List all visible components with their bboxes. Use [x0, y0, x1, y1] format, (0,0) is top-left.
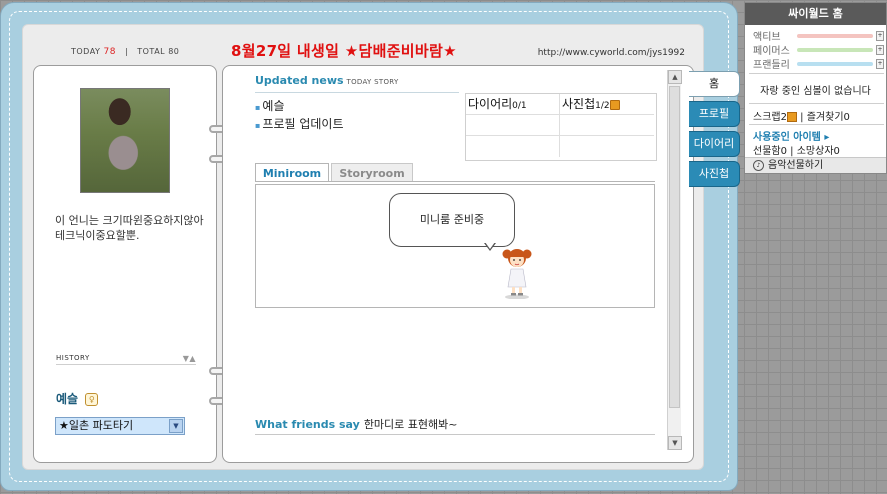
- diary-label: 다이어리: [468, 97, 513, 111]
- cyworld-home-panel: 싸이월드 홈 액티브 + 페이머스 + 프랜들리 + 자랑 중인 심볼이 없습니…: [744, 2, 887, 174]
- count-cell-empty: [466, 136, 560, 157]
- book: TODAY 78 | TOTAL 80 8월27일 내생일 ★담배준비바람★ h…: [22, 24, 704, 470]
- gift-box-link[interactable]: 선물함0: [753, 146, 787, 157]
- scrap-row: 스크랩2 | 즐겨찾기0: [753, 108, 850, 123]
- count-cell-empty: [560, 136, 654, 157]
- today-label: TODAY: [71, 47, 101, 56]
- tab-miniroom[interactable]: Miniroom: [255, 163, 329, 182]
- chevron-down-icon[interactable]: ▼: [169, 419, 183, 433]
- divider: [749, 124, 884, 125]
- updated-news-title: Updated news TODAY STORY: [255, 74, 399, 87]
- news-item-text: 예슬: [262, 99, 285, 113]
- friends-say-title: What friends say 한마디로 표현해봐~: [255, 416, 458, 432]
- stat-plus-icon[interactable]: +: [876, 59, 884, 69]
- ilchon-surf-value: ★일촌 파도타기: [59, 419, 134, 432]
- divider: [255, 92, 459, 93]
- new-badge-icon: [609, 99, 620, 110]
- scrollbar[interactable]: ▲ ▼: [667, 70, 682, 450]
- favorites-link[interactable]: 즐겨찾기0: [807, 112, 850, 123]
- history-section[interactable]: HISTORY ▼▲: [56, 354, 196, 365]
- scroll-down-icon[interactable]: ▼: [668, 436, 682, 450]
- tab-profile[interactable]: 프로필: [689, 101, 740, 127]
- page-title: 8월27일 내생일 ★담배준비바람★: [231, 42, 457, 60]
- news-item-text: 프로필 업데이트: [262, 117, 344, 131]
- today-count: 78: [103, 47, 116, 57]
- stat-plus-icon[interactable]: +: [876, 31, 884, 41]
- news-item[interactable]: ▪ 예슬: [255, 97, 285, 114]
- stat-famous-label: 페이머스: [753, 46, 790, 57]
- right-page: Updated news TODAY STORY ▪ 예슬 ▪ 프로필 업데이트 다이…: [222, 65, 694, 463]
- gender-icon: ♀: [85, 393, 99, 406]
- scrap-link[interactable]: 스크랩2: [753, 112, 787, 123]
- diary-count: 0/1: [512, 101, 527, 111]
- today-story-label: TODAY STORY: [346, 78, 399, 86]
- scroll-up-icon[interactable]: ▲: [668, 70, 682, 84]
- bullet-icon: ▪: [255, 103, 261, 112]
- minime-avatar-icon: [502, 249, 532, 299]
- items-in-use-link[interactable]: 사용중인 아이템 ▸: [753, 128, 829, 143]
- counter-divider: |: [125, 47, 129, 56]
- stat-friendly-label: 프랜들리: [753, 60, 790, 71]
- wish-box-link[interactable]: 소망상자0: [797, 146, 840, 157]
- scroll-thumb[interactable]: [669, 86, 680, 408]
- new-badge-icon: [786, 112, 797, 122]
- stat-famous-bar: [797, 48, 873, 52]
- divider: [255, 181, 655, 182]
- photo-count: 1/2: [595, 101, 610, 111]
- stat-friendly-bar: [797, 62, 873, 66]
- ilchon-surf-select[interactable]: ★일촌 파도타기 ▼: [55, 417, 185, 435]
- visitor-counter: TODAY 78 | TOTAL 80: [71, 47, 179, 57]
- history-label: HISTORY: [56, 354, 90, 362]
- total-count: 80: [168, 47, 180, 56]
- top-bar: TODAY 78 | TOTAL 80 8월27일 내생일 ★담배준비바람★ h…: [23, 25, 703, 63]
- panel-title[interactable]: 싸이월드 홈: [745, 3, 886, 25]
- speech-bubble-tail-inner: [485, 242, 495, 249]
- symbol-status: 자랑 중인 심볼이 없습니다: [760, 86, 871, 97]
- stat-active-bar: [797, 34, 873, 38]
- tab-photos[interactable]: 사진첩: [689, 161, 740, 187]
- tab-diary[interactable]: 다이어리: [689, 131, 740, 157]
- history-toggle-icon[interactable]: ▼▲: [183, 354, 196, 363]
- music-gift-label: 음악선물하기: [768, 160, 824, 171]
- music-gift-button[interactable]: ♪ 음악선물하기: [745, 157, 886, 173]
- homepage-url[interactable]: http://www.cyworld.com/jys1992: [538, 48, 685, 58]
- count-cell-empty: [466, 115, 560, 136]
- divider: [255, 434, 655, 435]
- updated-news-label: Updated news: [255, 74, 344, 87]
- stat-plus-icon[interactable]: +: [876, 45, 884, 55]
- photo-label: 사진첩: [562, 97, 596, 111]
- stat-active-label: 액티브: [753, 32, 781, 43]
- profile-intro: 이 언니는 크기따윈중요하지않아 테크닉이중요할뿐.: [55, 214, 204, 242]
- news-item[interactable]: ▪ 프로필 업데이트: [255, 115, 344, 132]
- gift-row: 선물함0 | 소망상자0: [753, 142, 840, 157]
- profile-photo: [80, 88, 170, 193]
- profile-name: 예슬: [56, 392, 79, 406]
- divider: [749, 73, 884, 74]
- profile-name-row: 예슬 ♀: [56, 390, 99, 407]
- tab-storyroom[interactable]: Storyroom: [331, 163, 413, 182]
- content-counts-table: 다이어리0/1 사진첩1/2: [465, 93, 657, 161]
- friends-say-label: What friends say: [255, 418, 360, 431]
- speech-bubble: 미니룸 준비중: [389, 193, 515, 247]
- friends-say-subtitle: 한마디로 표현해봐~: [363, 418, 458, 431]
- music-note-icon: ♪: [753, 159, 764, 171]
- bullet-icon: ▪: [255, 121, 261, 130]
- count-cell-empty: [560, 115, 654, 136]
- diary-count-cell[interactable]: 다이어리0/1: [466, 94, 560, 115]
- photo-count-cell[interactable]: 사진첩1/2: [560, 94, 654, 115]
- tab-home[interactable]: 홈: [689, 71, 740, 97]
- divider: [749, 103, 884, 104]
- miniroom-area: 미니룸 준비중: [255, 184, 655, 308]
- total-label: TOTAL: [137, 47, 166, 56]
- left-page: 이 언니는 크기따윈중요하지않아 테크닉이중요할뿐. HISTORY ▼▲ 예슬…: [33, 65, 217, 463]
